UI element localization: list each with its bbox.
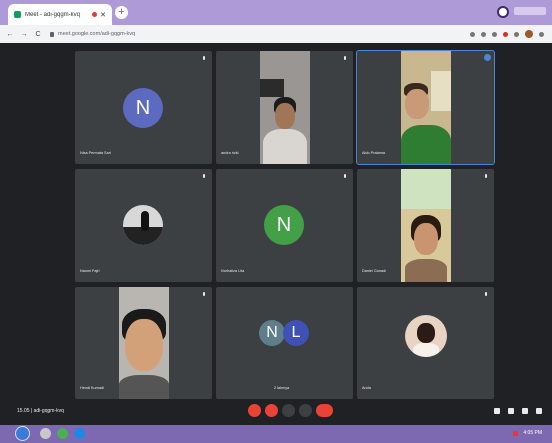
participant-name: Nisa Permata Sari <box>80 151 111 155</box>
back-button[interactable]: ← <box>6 31 14 38</box>
camera-icon[interactable] <box>470 31 475 37</box>
url-field[interactable]: meet.google.com/adi-gqgm-kvq <box>50 31 470 37</box>
call-controls <box>248 404 333 417</box>
participant-tile[interactable]: andra rizki <box>216 51 353 164</box>
recording-indicator-icon <box>92 12 98 17</box>
captions-button[interactable] <box>282 404 295 417</box>
profile-avatar[interactable] <box>497 6 509 18</box>
forward-button[interactable]: → <box>20 31 28 38</box>
address-bar: ← → C meet.google.com/adi-gqgm-kvq <box>0 25 552 43</box>
participant-name: Nurhaliza Lita <box>221 269 245 273</box>
participant-tile[interactable]: Hendi Kurnadi <box>75 287 212 399</box>
mic-icon <box>203 174 205 178</box>
wall-frame <box>260 79 284 97</box>
extension-icon[interactable] <box>503 31 508 37</box>
people-icon[interactable] <box>508 408 514 414</box>
mic-icon <box>203 56 205 60</box>
participant-name: Hendi Kurnadi <box>80 386 105 390</box>
info-icon[interactable] <box>494 408 500 414</box>
participant-avatar: N <box>123 88 163 128</box>
participant-profile-image <box>405 315 447 357</box>
tab-close-icon[interactable]: ✕ <box>100 11 106 19</box>
mic-icon <box>485 292 487 296</box>
account-avatar[interactable] <box>525 30 533 38</box>
mic-off-button[interactable] <box>248 404 261 417</box>
participant-tile[interactable]: Naomi Fajri <box>75 169 212 282</box>
extensions-area <box>470 30 544 38</box>
participant-tile-active[interactable]: Aldo Pratama <box>356 50 495 165</box>
meeting-info: 15.05 | adi-gqgm-kvq <box>17 408 64 414</box>
lock-icon <box>50 31 54 37</box>
participant-tile[interactable]: N L 2 lainnya <box>216 287 353 399</box>
leave-call-button[interactable] <box>316 404 333 417</box>
mic-icon <box>344 56 346 60</box>
participant-name: Daniel Gunadi <box>362 269 387 273</box>
reload-button[interactable]: C <box>34 31 42 38</box>
meeting-control-bar: 15.05 | adi-gqgm-kvq <box>0 399 552 425</box>
star-icon[interactable] <box>492 31 497 37</box>
participant-name: Anda <box>362 386 371 390</box>
activities-icon[interactable] <box>536 408 542 414</box>
system-tray: 4:05 PM <box>513 430 542 436</box>
tray-icon[interactable] <box>513 430 519 436</box>
new-tab-button[interactable]: + <box>115 6 128 19</box>
puzzle-icon[interactable] <box>514 31 519 37</box>
mic-icon <box>344 174 346 178</box>
window-controls[interactable] <box>514 7 546 15</box>
participant-tile[interactable]: N Nurhaliza Lita <box>216 169 353 282</box>
participant-tile[interactable]: Daniel Gunadi <box>357 169 494 282</box>
participant-video <box>119 287 169 399</box>
participant-avatar: N <box>259 320 285 346</box>
browser-tab[interactable]: Meet - adi-gqgm-kvq ✕ <box>8 4 112 25</box>
chat-icon[interactable] <box>522 408 528 414</box>
tab-title: Meet - adi-gqgm-kvq <box>25 11 81 18</box>
menu-icon[interactable] <box>539 31 544 37</box>
speaking-indicator-icon <box>484 54 491 61</box>
participant-name: Naomi Fajri <box>80 269 100 273</box>
url-text: meet.google.com/adi-gqgm-kvq <box>58 31 136 37</box>
browser-tab-bar: Meet - adi-gqgm-kvq ✕ + <box>0 0 552 25</box>
meet-favicon-icon <box>14 11 21 18</box>
camera-off-button[interactable] <box>265 404 278 417</box>
participant-video <box>401 169 451 282</box>
start-button[interactable] <box>15 426 30 441</box>
participant-video <box>260 51 310 164</box>
participant-avatar: L <box>283 320 309 346</box>
meeting-side-icons <box>494 408 542 414</box>
participant-avatar: N <box>264 205 304 245</box>
participant-name: andra rizki <box>221 151 239 155</box>
more-options-button[interactable] <box>299 404 312 417</box>
participant-name: 2 lainnya <box>274 386 290 390</box>
participant-name: Aldo Pratama <box>362 151 386 155</box>
taskbar-app-icon[interactable] <box>74 428 85 439</box>
mic-icon <box>485 174 487 178</box>
participant-tile[interactable]: Anda <box>357 287 494 399</box>
taskbar-app-icon[interactable] <box>57 428 68 439</box>
os-taskbar: 4:05 PM <box>0 425 552 443</box>
mic-icon <box>203 292 205 296</box>
participant-video <box>401 51 451 164</box>
participant-tile[interactable]: N Nisa Permata Sari <box>75 51 212 164</box>
zoom-icon[interactable] <box>481 31 486 37</box>
taskbar-app-icon[interactable] <box>40 428 51 439</box>
clock: 4:05 PM <box>523 430 542 436</box>
participant-profile-image <box>123 205 163 245</box>
